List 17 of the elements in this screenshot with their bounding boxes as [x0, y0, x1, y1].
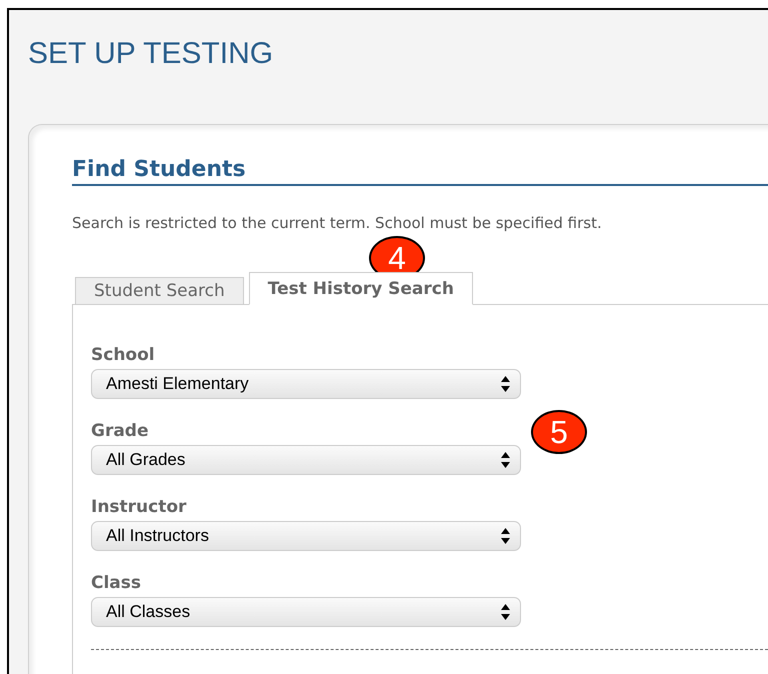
- field-label: Grade: [91, 421, 149, 441]
- page-title: SET UP TESTING: [27, 36, 274, 72]
- dropdown[interactable]: All Instructors: [91, 521, 521, 551]
- field-label: Instructor: [91, 497, 186, 517]
- section-heading: Find Students: [72, 157, 768, 186]
- description: Search is restricted to the current term. School must be specified first.: [72, 214, 603, 232]
- dropdown[interactable]: Amesti Elementary: [91, 369, 521, 399]
- updown-icon: [501, 528, 510, 544]
- dropdown[interactable]: All Grades: [91, 445, 521, 475]
- updown-icon: [501, 376, 510, 392]
- field-label: School: [91, 345, 155, 365]
- field-label: Class: [91, 573, 142, 593]
- tab[interactable]: Student Search: [75, 277, 244, 305]
- updown-icon: [501, 604, 510, 620]
- dropdown[interactable]: All Classes: [91, 597, 521, 627]
- updown-icon: [501, 452, 510, 468]
- tab[interactable]: Test History Search: [248, 272, 473, 305]
